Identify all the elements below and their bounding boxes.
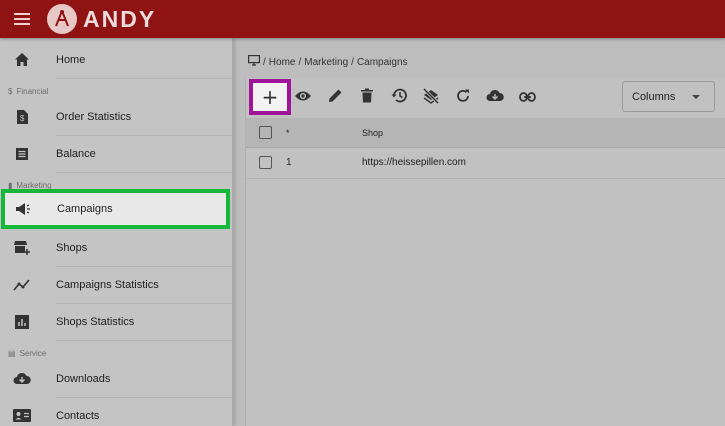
select-all-checkbox[interactable] xyxy=(259,126,272,139)
sidebar-item-balance[interactable]: Balance xyxy=(0,135,232,172)
breadcrumb-current: Campaigns xyxy=(356,56,408,68)
history-button[interactable] xyxy=(389,88,409,108)
megaphone-icon xyxy=(14,200,32,218)
breadcrumb: / Home / Marketing / Campaigns xyxy=(248,55,408,69)
edit-button[interactable] xyxy=(325,88,345,108)
sidebar-item-home[interactable]: Home xyxy=(0,41,232,78)
sidebar-item-order-statistics[interactable]: $ Order Statistics xyxy=(0,98,232,135)
pencil-icon xyxy=(328,88,343,108)
sidebar-item-label: Downloads xyxy=(56,372,111,385)
table-toolbar: + Columns xyxy=(246,78,725,116)
svg-text:$: $ xyxy=(20,114,25,123)
sidebar-item-label: Contacts xyxy=(56,409,100,422)
dollar-icon: $ xyxy=(8,87,13,96)
section-financial: $ Financial xyxy=(8,87,49,96)
delete-button[interactable] xyxy=(357,88,377,108)
sidebar-item-label: Shops Statistics xyxy=(56,315,135,328)
row-checkbox[interactable] xyxy=(259,156,272,169)
brand-name: ANDY xyxy=(83,5,157,32)
sidebar-item-shops-statistics[interactable]: Shops Statistics xyxy=(0,303,232,340)
table-header: * Shop xyxy=(246,118,725,148)
cloud-download-icon xyxy=(486,89,504,107)
logo-icon xyxy=(47,4,77,34)
desktop-icon xyxy=(248,55,261,69)
sidebar-item-label: Shops xyxy=(56,241,88,254)
refresh-icon xyxy=(456,89,470,108)
menu-icon[interactable] xyxy=(14,13,30,25)
balance-icon xyxy=(13,145,31,163)
breadcrumb-home[interactable]: Home xyxy=(269,57,296,68)
cloud-download-icon xyxy=(13,370,31,388)
download-button[interactable] xyxy=(485,88,505,108)
section-service: ▤ Service xyxy=(8,349,47,358)
invoice-icon: $ xyxy=(13,108,31,126)
sidebar-item-campaigns[interactable]: Campaigns xyxy=(1,189,230,229)
row-shop: https://heissepillen.com xyxy=(362,157,466,168)
link-button[interactable] xyxy=(517,88,537,108)
campaigns-table-card: + Columns * Shop 1 https://heissepillen.… xyxy=(245,78,725,426)
caret-down-icon xyxy=(692,95,700,99)
link-icon xyxy=(518,89,536,107)
layers-off-icon xyxy=(422,87,440,109)
sidebar-item-contacts[interactable]: Contacts xyxy=(0,397,232,426)
columns-select[interactable]: Columns xyxy=(622,81,715,112)
app-header: ANDY xyxy=(0,0,725,38)
sidebar-item-label: Campaigns Statistics xyxy=(56,278,159,291)
sidebar-item-label: Balance xyxy=(56,147,96,160)
column-header-id[interactable]: * xyxy=(286,128,290,138)
column-header-shop[interactable]: Shop xyxy=(362,128,383,138)
home-icon xyxy=(13,51,31,69)
layers-off-button[interactable] xyxy=(421,87,441,109)
sidebar-item-shops[interactable]: Shops xyxy=(0,229,232,266)
chart-box-icon xyxy=(13,313,31,331)
main-content: / Home / Marketing / Campaigns + Columns… xyxy=(233,38,725,426)
contact-card-icon xyxy=(13,407,31,425)
trend-icon xyxy=(13,276,31,294)
sidebar: Home $ Financial $ Order Statistics Balan… xyxy=(0,38,233,426)
plus-icon: + xyxy=(261,85,279,109)
history-icon xyxy=(391,88,407,108)
sidebar-item-label: Order Statistics xyxy=(56,110,132,123)
table-row[interactable]: 1 https://heissepillen.com xyxy=(246,148,725,179)
sidebar-item-campaigns-statistics[interactable]: Campaigns Statistics xyxy=(0,266,232,303)
row-id: 1 xyxy=(286,157,292,168)
add-store-icon xyxy=(13,239,31,257)
refresh-button[interactable] xyxy=(453,88,473,108)
trash-icon xyxy=(361,88,373,108)
eye-icon xyxy=(294,89,312,107)
sidebar-item-label: Home xyxy=(56,53,86,66)
sidebar-item-downloads[interactable]: Downloads xyxy=(0,360,232,397)
add-button[interactable]: + xyxy=(249,79,291,115)
sidebar-item-label: Campaigns xyxy=(57,203,113,215)
document-icon: ▤ xyxy=(8,349,16,358)
breadcrumb-marketing[interactable]: Marketing xyxy=(304,57,348,68)
view-button[interactable] xyxy=(293,88,313,108)
